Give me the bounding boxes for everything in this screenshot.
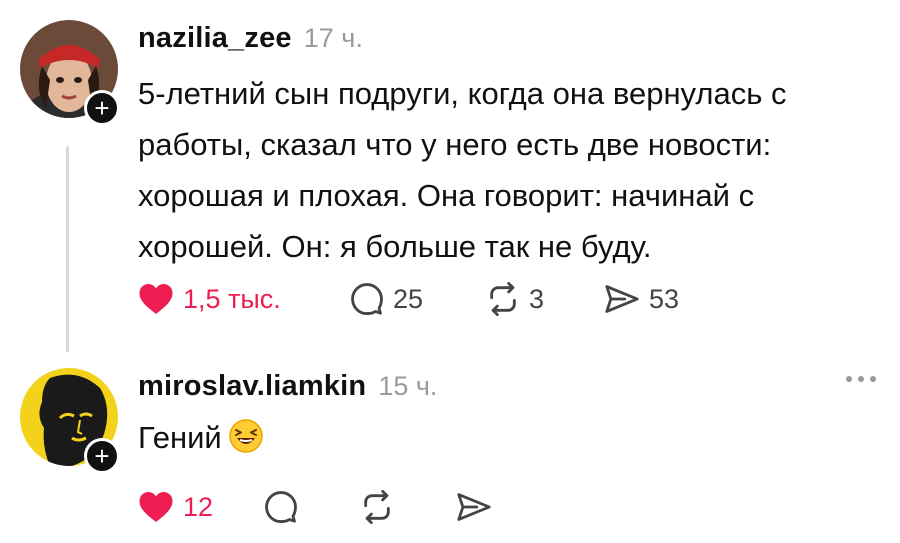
more-dots-icon — [846, 376, 852, 382]
share-count: 53 — [649, 283, 680, 314]
heart-icon — [139, 492, 173, 522]
repost-count: 3 — [529, 283, 545, 314]
follow-plus-icon[interactable]: + — [84, 90, 120, 126]
like-count: 1,5 тыс. — [183, 283, 281, 314]
like-button[interactable]: 1,5 тыс. — [138, 282, 350, 316]
like-count: 12 — [183, 491, 214, 522]
comment-icon — [265, 491, 297, 524]
username[interactable]: nazilia_zee — [138, 22, 292, 55]
comment-count: 25 — [393, 283, 424, 314]
post-text: 5-летний сын подруги, когда она вернулас… — [138, 76, 787, 264]
share-button[interactable] — [456, 490, 492, 524]
send-icon — [457, 493, 491, 521]
comment-text-value: Гений — [138, 420, 222, 455]
repost-button[interactable]: 3 — [486, 282, 604, 316]
share-button[interactable]: 53 — [604, 282, 679, 316]
laughing-emoji-icon — [228, 419, 263, 453]
timestamp: 15 ч. — [378, 371, 438, 401]
timestamp: 17 ч. — [303, 23, 363, 53]
follow-plus-icon[interactable]: + — [84, 438, 120, 474]
comment-button[interactable]: 25 — [350, 282, 486, 316]
more-options-button[interactable] — [846, 376, 876, 382]
repost-icon — [364, 490, 390, 524]
comment-text: Гений — [138, 412, 264, 463]
thread-line — [66, 146, 69, 352]
repost-icon — [490, 282, 516, 316]
send-icon — [605, 285, 639, 313]
repost-button[interactable] — [360, 490, 456, 524]
comment-button[interactable] — [264, 490, 360, 524]
like-button[interactable]: 12 — [138, 490, 264, 524]
comment-icon — [351, 283, 383, 316]
heart-icon — [139, 284, 173, 314]
username[interactable]: miroslav.liamkin — [138, 370, 366, 403]
